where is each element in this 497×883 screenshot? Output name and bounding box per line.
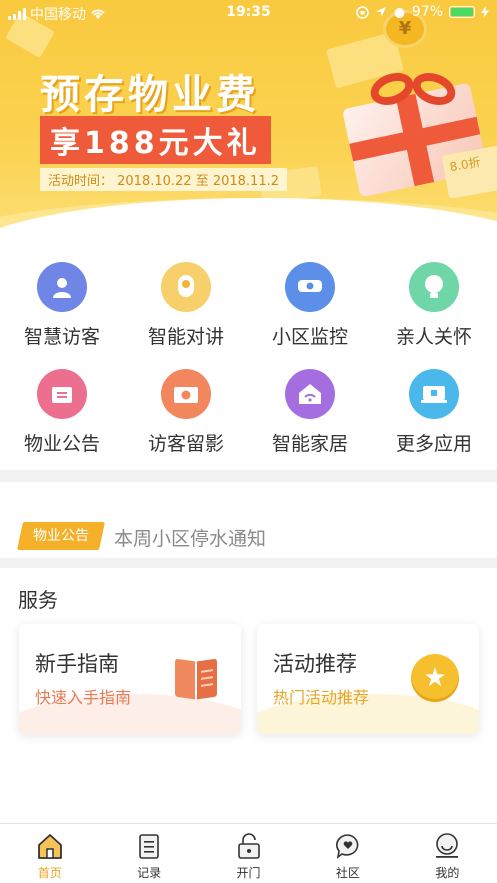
smart-home-icon	[285, 369, 335, 419]
grid-label: 智能对讲	[147, 326, 224, 348]
tab-label: 记录	[137, 866, 162, 880]
tab-label: 我的	[435, 866, 460, 880]
charging-icon	[481, 6, 489, 18]
card-activity-recommend[interactable]: 活动推荐 热门活动推荐 ★	[257, 624, 479, 734]
camera-icon	[285, 262, 335, 312]
notice-bar[interactable]: 物业公告 本周小区停水通知	[0, 520, 497, 556]
section-divider	[0, 470, 497, 482]
community-icon	[335, 834, 359, 859]
records-icon	[139, 834, 159, 859]
notice-badge: 物业公告	[17, 522, 105, 550]
grid-item-more-apps[interactable]: 更多应用	[372, 369, 496, 456]
book-icon	[175, 658, 219, 700]
card-beginner-guide[interactable]: 新手指南 快速入手指南	[19, 624, 241, 734]
grid-label: 访客留影	[147, 433, 224, 455]
grid-label: 更多应用	[395, 433, 472, 455]
grid-item-property-notice[interactable]: 物业公告	[0, 369, 124, 456]
grid-item-monitoring[interactable]: 小区监控	[248, 262, 372, 349]
tab-label: 社区	[335, 866, 360, 880]
feature-grid: 智慧访客 智能对讲 小区监控 亲人关怀 物业公告 访客留影 智能家居 更多应用	[0, 262, 497, 456]
promo-banner[interactable]: ¥ 8.0折 预存物业费 享188元大礼 活动时间： 2018.10.22 至 …	[0, 0, 497, 248]
grid-item-smart-visitor[interactable]: 智慧访客	[0, 262, 124, 349]
status-right: 97%	[356, 4, 489, 20]
bottom-tab-bar: 首页 记录 开门 社区 我的	[0, 823, 497, 883]
gift-bow-icon	[366, 67, 460, 111]
status-bar: 中国移动 19:35 97%	[0, 0, 497, 26]
grid-item-family-care[interactable]: 亲人关怀	[372, 262, 496, 349]
location-icon	[375, 7, 386, 17]
banner-title: 预存物业费	[40, 72, 260, 118]
alarm-icon	[394, 7, 405, 18]
visitor-icon	[37, 262, 87, 312]
profile-icon	[436, 833, 459, 858]
grid-label: 小区监控	[271, 326, 348, 348]
discount-tag: 8.0折	[441, 145, 497, 199]
grid-item-visitor-photo[interactable]: 访客留影	[124, 369, 248, 456]
grid-item-intercom[interactable]: 智能对讲	[124, 262, 248, 349]
more-apps-icon	[409, 369, 459, 419]
orientation-lock-icon	[356, 5, 369, 19]
tab-records[interactable]: 记录	[99, 824, 198, 883]
unlock-icon	[237, 833, 260, 859]
notice-text[interactable]: 本周小区停水通知	[114, 524, 266, 551]
services-title: 服务	[18, 588, 58, 612]
tab-label: 开门	[236, 866, 261, 880]
card-subtitle: 快速入手指南	[35, 688, 132, 707]
banner-dates: 活动时间： 2018.10.22 至 2018.11.2	[40, 168, 287, 191]
grid-label: 智慧访客	[23, 326, 100, 348]
banner-subtitle: 享188元大礼	[40, 116, 271, 164]
star-icon: ★	[411, 654, 459, 702]
notice-icon	[37, 369, 87, 419]
battery-percent: 97%	[411, 4, 443, 20]
photo-icon	[161, 369, 211, 419]
tab-profile[interactable]: 我的	[398, 824, 497, 883]
tab-open-door[interactable]: 开门	[199, 824, 298, 883]
intercom-icon	[161, 262, 211, 312]
home-icon	[37, 834, 62, 859]
grid-label: 亲人关怀	[395, 326, 472, 348]
bulb-icon	[409, 262, 459, 312]
section-divider	[0, 558, 497, 568]
card-title: 活动推荐	[273, 652, 357, 676]
card-subtitle: 热门活动推荐	[273, 688, 370, 707]
grid-label: 智能家居	[271, 433, 348, 455]
grid-label: 物业公告	[23, 433, 100, 455]
tab-label: 首页	[37, 866, 62, 880]
card-title: 新手指南	[35, 652, 119, 676]
tab-home[interactable]: 首页	[0, 824, 99, 883]
grid-item-smart-home[interactable]: 智能家居	[248, 369, 372, 456]
battery-icon	[449, 6, 475, 18]
tab-community[interactable]: 社区	[298, 824, 397, 883]
